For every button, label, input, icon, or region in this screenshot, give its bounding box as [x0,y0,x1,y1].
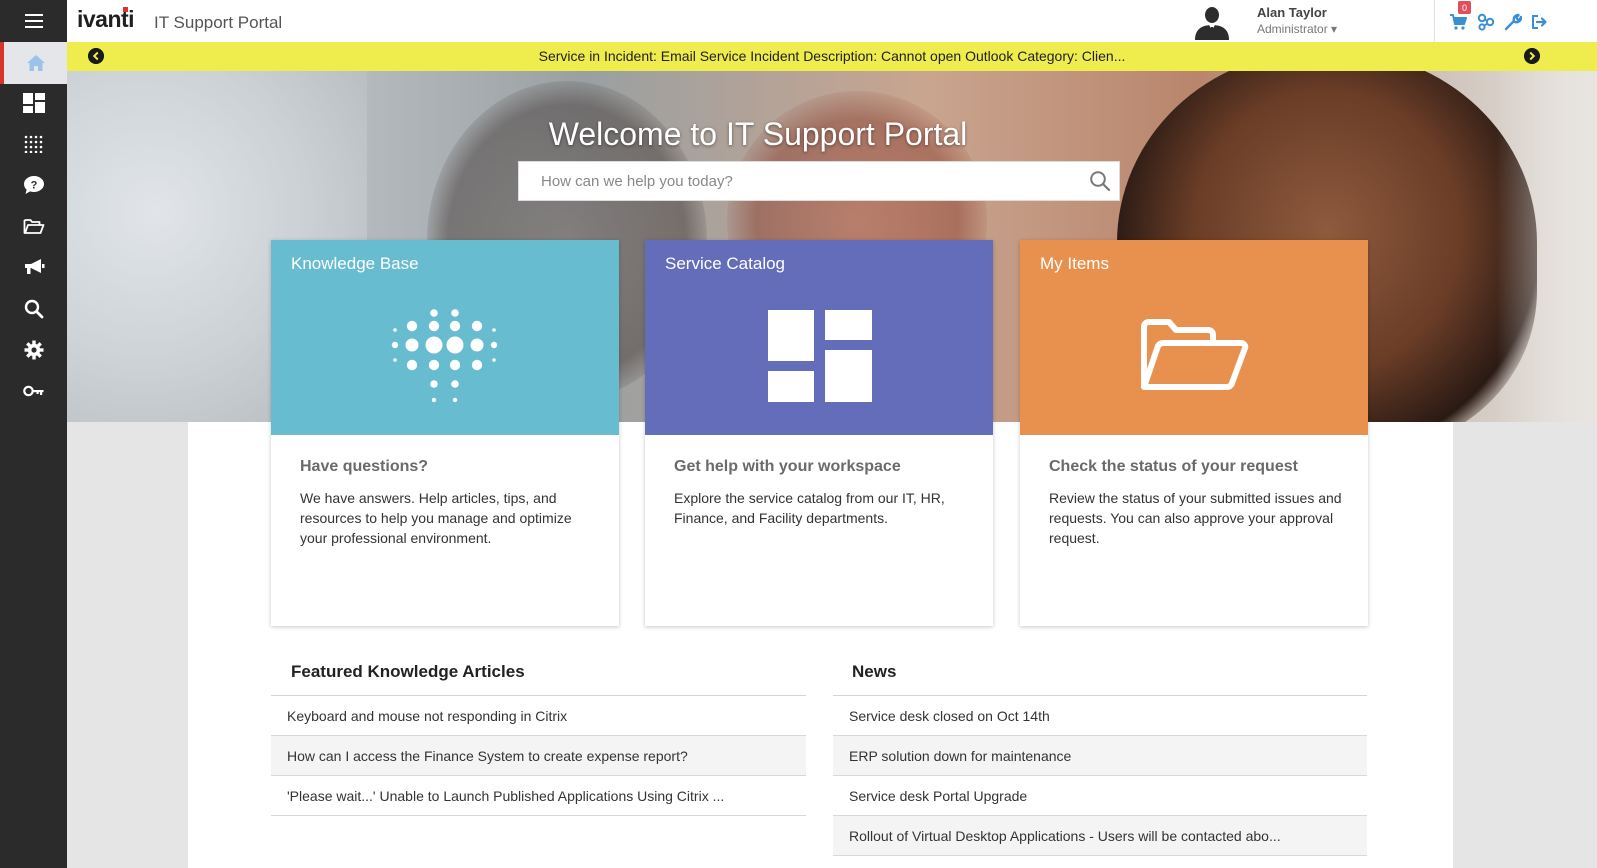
tile-description: Review the status of your submitted issu… [1049,490,1342,546]
ticker-next-button[interactable] [1524,48,1540,64]
tile-header: My Items [1020,240,1368,435]
sidebar-item-home[interactable] [0,42,67,84]
sidebar-item-help[interactable]: ? [0,164,67,206]
featured-articles-title: Featured Knowledge Articles [291,662,525,681]
logo-accent [123,7,128,12]
user-name[interactable]: Alan Taylor [1257,5,1327,20]
settings-icon [24,340,43,360]
sidebar-item-grid[interactable] [0,123,67,165]
help-icon: ? [23,176,44,194]
portal-search-input[interactable] [519,162,1079,200]
knowledge-base-icon [391,309,498,403]
news-item[interactable]: Service desk Portal Upgrade [833,776,1367,816]
folder-icon [23,219,44,234]
news-item[interactable]: Rollout of Virtual Desktop Applications … [833,816,1367,856]
sidebar: ? [0,0,67,868]
hamburger-menu-button[interactable] [0,0,67,42]
home-icon [26,55,45,71]
search-icon [24,299,43,319]
dashboard-icon [22,93,45,113]
tile-my-items[interactable]: My Items Check the status of your reques… [1020,240,1368,626]
featured-article-item[interactable]: 'Please wait...' Unable to Launch Publis… [271,776,806,816]
wrench-icon[interactable] [1504,13,1522,31]
sidebar-item-search[interactable] [0,288,67,330]
featured-article-item[interactable]: How can I access the Finance System to c… [271,736,806,776]
top-bar: ivanti IT Support Portal Alan Taylor Adm… [67,0,1597,43]
cart-count-badge: 0 [1458,1,1471,14]
sidebar-item-announcements[interactable] [0,246,67,288]
svg-text:?: ? [30,180,37,192]
announcement-ticker: Service in Incident: Email Service Incid… [67,42,1597,71]
news-item[interactable]: Service desk closed on Oct 14th [833,696,1367,736]
announcement-icon [24,259,44,274]
featured-article-item[interactable]: Keyboard and mouse not responding in Cit… [271,696,806,736]
grid-icon [24,135,42,153]
service-catalog-icon [768,310,872,402]
hero-title: Welcome to IT Support Portal [548,116,968,152]
news-item[interactable]: ERP solution down for maintenance [833,736,1367,776]
tile-service-catalog[interactable]: Service Catalog Get help with your works… [645,240,993,626]
news-title: News [852,662,897,681]
ticker-message[interactable]: Service in Incident: Email Service Incid… [67,48,1597,64]
tile-header: Knowledge Base [271,240,619,435]
portal-title: IT Support Portal [154,13,283,32]
menu-icon [24,14,43,28]
cart-icon[interactable] [1449,13,1467,31]
hero-background-right [1497,71,1597,422]
content-margin-right [1453,422,1597,868]
network-icon[interactable] [1477,13,1495,31]
search-submit-icon[interactable] [1089,170,1111,192]
tile-knowledge-base[interactable]: Knowledge Base Have questions? We have a… [271,240,619,626]
key-icon [22,385,43,397]
top-divider [1434,0,1435,43]
sidebar-item-my-items[interactable] [0,205,67,247]
user-role-dropdown[interactable]: Administrator ▾ [1257,22,1337,36]
tile-header: Service Catalog [645,240,993,435]
sidebar-item-settings[interactable] [0,329,67,371]
content-margin-left [67,422,188,868]
my-items-folder-icon [1141,319,1249,390]
sidebar-item-key[interactable] [0,370,67,412]
user-avatar[interactable] [1193,4,1231,40]
tile-subtitle: Have questions? [300,458,429,475]
tile-description: Explore the service catalog from our IT,… [674,490,945,526]
portal-search-box [518,161,1120,201]
sidebar-item-dashboard[interactable] [0,82,67,124]
tile-subtitle: Check the status of your request [1049,458,1298,475]
tile-description: We have answers. Help articles, tips, an… [300,490,572,546]
tile-subtitle: Get help with your workspace [674,458,901,475]
logout-icon[interactable] [1530,13,1548,31]
